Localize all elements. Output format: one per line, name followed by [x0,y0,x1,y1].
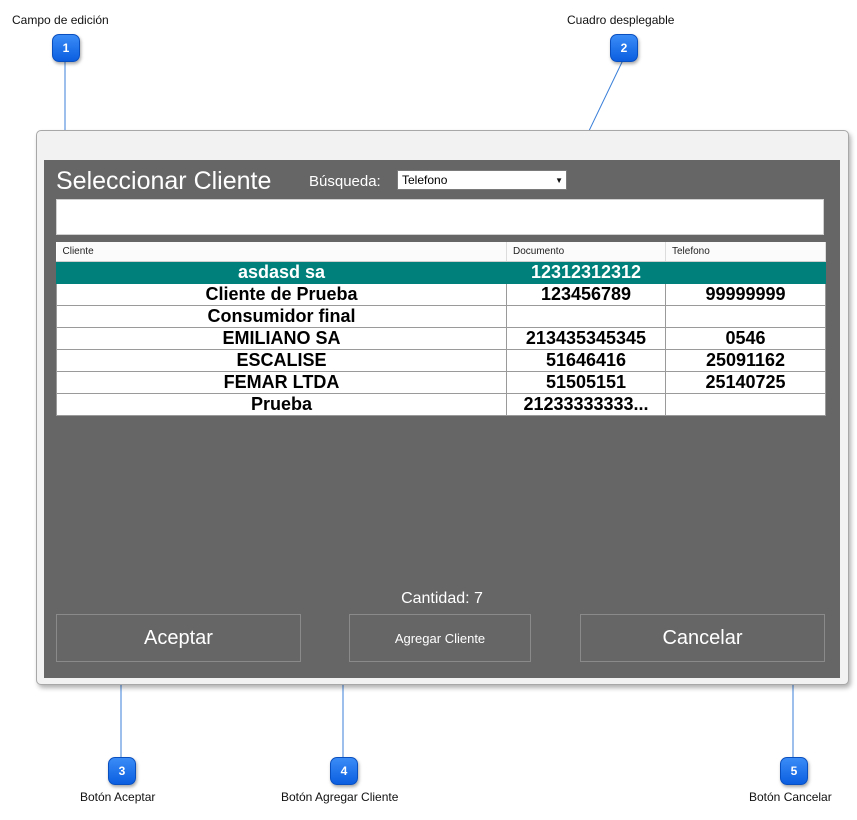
add-client-button[interactable]: Agregar Cliente [349,614,531,662]
column-header-telefono[interactable]: Telefono [665,242,826,262]
table-row[interactable]: EMILIANO SA 213435345345 0546 [56,327,826,350]
cell-documento: 21233333333... [506,393,666,416]
column-header-cliente[interactable]: Cliente [56,242,507,262]
callout-badge-4: 4 [330,757,358,785]
cell-cliente: Consumidor final [56,305,507,328]
search-label: Búsqueda: [309,173,381,190]
cancel-button[interactable]: Cancelar [580,614,825,662]
cell-telefono [665,261,826,284]
table-row[interactable]: FEMAR LTDA 51505151 25140725 [56,371,826,394]
cell-cliente: FEMAR LTDA [56,371,507,394]
cell-cliente: Prueba [56,393,507,416]
table-row[interactable]: Prueba 21233333333... [56,393,826,416]
cell-documento: 12312312312 [506,261,666,284]
cell-telefono: 0546 [665,327,826,350]
callout-label-5: Botón Cancelar [749,790,832,804]
table-row[interactable]: Consumidor final [56,305,826,328]
table-header-row: Cliente Documento Telefono [56,242,826,262]
search-input[interactable] [56,199,824,235]
select-client-dialog: Seleccionar Cliente Búsqueda: Telefono ▼… [44,160,840,678]
callout-badge-1: 1 [52,34,80,62]
table-row[interactable]: Cliente de Prueba 123456789 99999999 [56,283,826,306]
callout-badge-2: 2 [610,34,638,62]
cell-telefono [665,393,826,416]
cell-documento: 213435345345 [506,327,666,350]
search-field-dropdown[interactable]: Telefono ▼ [397,170,567,190]
callout-label-1: Campo de edición [12,13,109,27]
callout-label-2: Cuadro desplegable [567,13,675,27]
cell-telefono: 99999999 [665,283,826,306]
table-row[interactable]: ESCALISE 51646416 25091162 [56,349,826,372]
callout-label-3: Botón Aceptar [80,790,156,804]
cell-documento: 51505151 [506,371,666,394]
clients-table: Cliente Documento Telefono asdasd sa 123… [56,242,826,416]
cell-telefono: 25091162 [665,349,826,372]
column-header-documento[interactable]: Documento [506,242,666,262]
accept-button[interactable]: Aceptar [56,614,301,662]
cell-cliente: ESCALISE [56,349,507,372]
dialog-title: Seleccionar Cliente [56,167,272,195]
cell-telefono: 25140725 [665,371,826,394]
record-count: Cantidad: 7 [401,590,483,607]
cell-documento: 123456789 [506,283,666,306]
cell-cliente: Cliente de Prueba [56,283,507,306]
cell-cliente: EMILIANO SA [56,327,507,350]
table-row[interactable]: asdasd sa 12312312312 [56,261,826,284]
cell-cliente: asdasd sa [56,261,507,284]
callout-badge-5: 5 [780,757,808,785]
chevron-down-icon: ▼ [555,176,563,185]
callout-label-4: Botón Agregar Cliente [281,790,399,804]
callout-badge-3: 3 [108,757,136,785]
cell-documento [506,305,666,328]
cell-documento: 51646416 [506,349,666,372]
cell-telefono [665,305,826,328]
dropdown-selected-value: Telefono [402,173,448,187]
